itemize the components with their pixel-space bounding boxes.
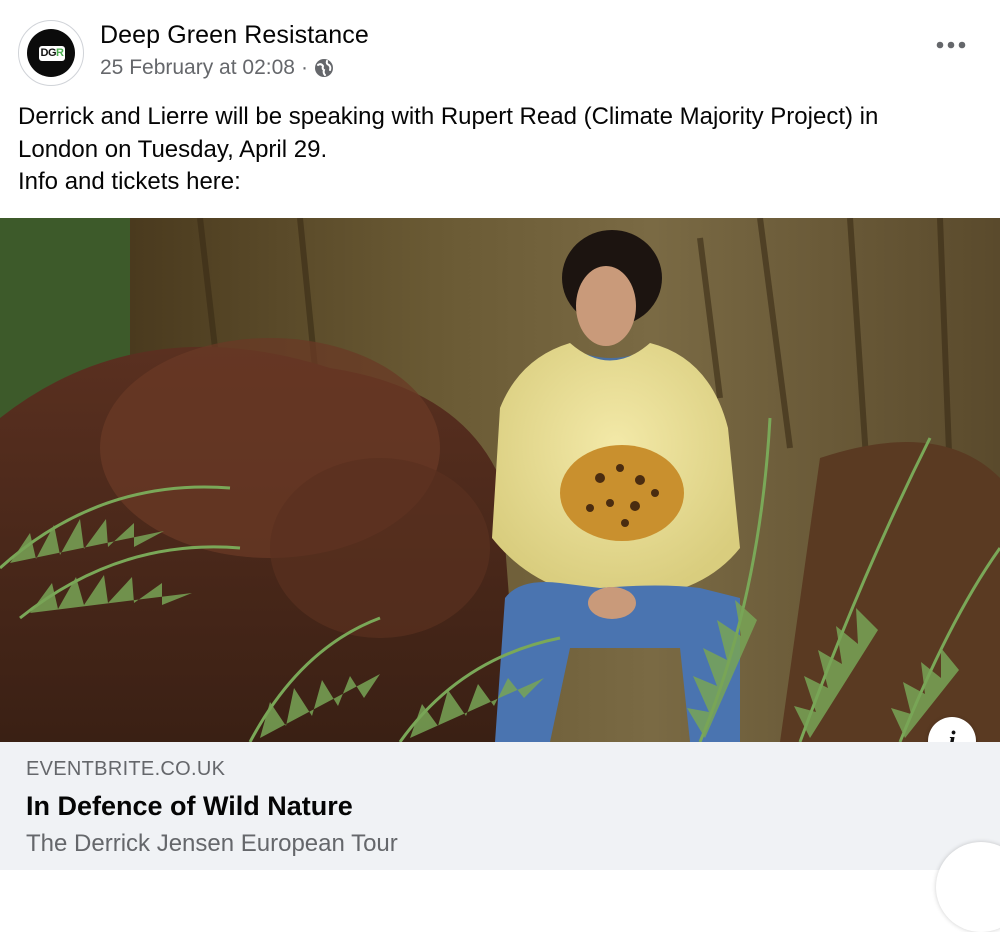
link-title[interactable]: In Defence of Wild Nature [26,791,353,822]
post-text-line: London on Tuesday, April 29. [18,135,328,163]
globe-icon [314,58,334,78]
post-text-line: Derrick and Lierre will be speaking with… [18,103,879,130]
post-timestamp[interactable]: 25 February at 02:08 [100,56,295,80]
page-name-link[interactable]: Deep Green Resistance [100,21,369,50]
link-preview-image[interactable] [0,218,1000,742]
page-avatar[interactable]: DGR [18,20,84,86]
avatar-logo: DGR [27,29,75,77]
more-options-button[interactable] [936,38,966,50]
link-domain: EVENTBRITE.CO.UK [26,758,226,780]
forest-photo [0,218,1000,742]
post-meta: 25 February at 02:08 · [100,56,334,80]
link-preview-card[interactable]: EVENTBRITE.CO.UK In Defence of Wild Natu… [0,742,1000,870]
post-text-line: Info and tickets here: [18,168,241,195]
link-subtitle: The Derrick Jensen European Tour [26,830,398,857]
meta-separator: · [300,56,308,79]
post-body-text: Derrick and Lierre will be speaking with… [18,101,988,199]
post-header: DGR Deep Green Resistance 25 February at… [0,0,1000,100]
more-dots-icon [936,41,966,49]
avatar-badge: DGR [39,46,65,61]
